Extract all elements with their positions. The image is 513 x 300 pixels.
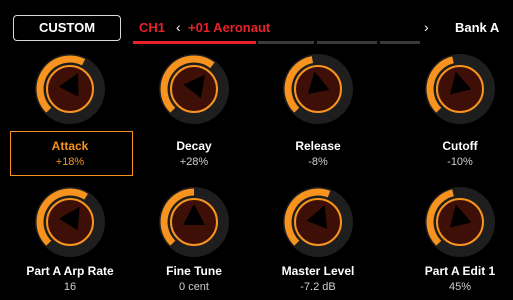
knob-label: Cutoff (442, 139, 478, 153)
knob-label: Fine Tune (166, 264, 222, 278)
knob-value: +28% (179, 156, 209, 168)
knob-label: Release (295, 139, 341, 153)
chevron-right-icon[interactable]: › (424, 19, 429, 35)
knob-value: +18% (55, 156, 85, 168)
tab-indicator-active (133, 41, 256, 44)
knob-label: Master Level (281, 264, 355, 278)
chevron-left-icon[interactable]: ‹ (176, 19, 181, 35)
knob-dial[interactable] (280, 184, 356, 260)
knob-dial[interactable] (280, 51, 356, 127)
knob-value: 16 (63, 281, 77, 293)
knob-value: -10% (447, 156, 473, 168)
knob-label: Part A Arp Rate (26, 264, 114, 278)
patch-name[interactable]: +01 Aeronaut (188, 20, 270, 35)
custom-button[interactable]: CUSTOM (13, 15, 121, 41)
channel-label[interactable]: CH1 (139, 20, 165, 35)
knob-label: Attack (51, 139, 89, 153)
knob-value: -7.2 dB (300, 281, 336, 293)
knob-label: Decay (176, 139, 212, 153)
knob-dial[interactable] (156, 51, 232, 127)
knob-label: Part A Edit 1 (424, 264, 496, 278)
knob-value: 0 cent (179, 281, 209, 293)
knob-value: 45% (448, 281, 472, 293)
tab-indicator (317, 41, 377, 44)
bank-label[interactable]: Bank A (455, 20, 499, 35)
knob-dial[interactable] (32, 51, 108, 127)
tab-indicator (258, 41, 314, 44)
top-bar: CUSTOM CH1 ‹ +01 Aeronaut › Bank A (0, 0, 513, 46)
selection-highlight (10, 131, 133, 176)
knob-dial[interactable] (156, 184, 232, 260)
knob-value: -8% (308, 156, 328, 168)
knob-dial[interactable] (422, 184, 498, 260)
knob-dial[interactable] (422, 51, 498, 127)
knob-dial[interactable] (32, 184, 108, 260)
tab-indicator (380, 41, 420, 44)
